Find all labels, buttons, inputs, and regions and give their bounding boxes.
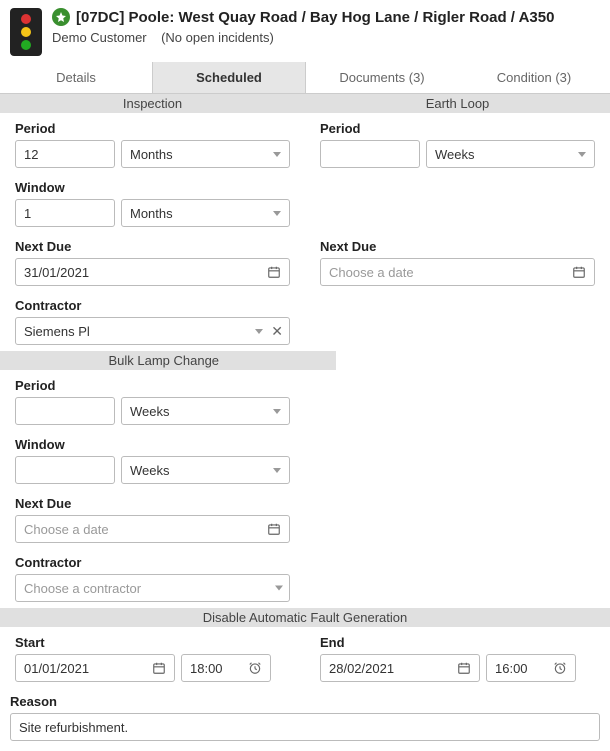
disable-start-time-value: 18:00 <box>190 661 223 676</box>
inspection-window-input[interactable]: 1 <box>15 199 115 227</box>
bulk-window-unit-select[interactable]: Weeks <box>121 456 290 484</box>
inspection-contractor-value: Siemens Pl <box>24 324 90 339</box>
bulk-contractor-placeholder: Choose a contractor <box>24 581 141 596</box>
section-header-disable-fault: Disable Automatic Fault Generation <box>0 608 610 627</box>
inspection-contractor-combo[interactable]: Siemens Pl ✕ <box>15 317 290 345</box>
earthloop-next-due-placeholder: Choose a date <box>329 265 414 280</box>
tab-scheduled[interactable]: Scheduled <box>152 62 306 93</box>
bulk-window-unit-value: Weeks <box>130 463 170 478</box>
inspection-window-unit-value: Months <box>130 206 173 221</box>
inspection-period-unit-select[interactable]: Months <box>121 140 290 168</box>
page-header: [07DC] Poole: West Quay Road / Bay Hog L… <box>0 0 610 60</box>
chevron-down-icon <box>255 329 263 334</box>
disable-start-date-value: 01/01/2021 <box>24 661 89 676</box>
calendar-icon <box>457 661 471 675</box>
incidents-status: (No open incidents) <box>161 30 274 45</box>
inspection-window-unit-select[interactable]: Months <box>121 199 290 227</box>
label-inspection-period: Period <box>5 113 300 138</box>
amber-light-icon <box>21 27 31 37</box>
disable-start-date[interactable]: 01/01/2021 <box>15 654 175 682</box>
earthloop-period-input[interactable] <box>320 140 420 168</box>
label-bulk-window: Window <box>5 429 300 454</box>
label-inspection-next-due: Next Due <box>5 231 300 256</box>
bulk-period-unit-value: Weeks <box>130 404 170 419</box>
chevron-down-icon <box>578 152 586 157</box>
star-badge-icon <box>52 8 70 26</box>
green-light-icon <box>21 40 31 50</box>
calendar-icon <box>267 522 281 536</box>
earthloop-period-unit-select[interactable]: Weeks <box>426 140 595 168</box>
tab-condition[interactable]: Condition (3) <box>458 62 610 93</box>
red-light-icon <box>21 14 31 24</box>
chevron-down-icon <box>273 468 281 473</box>
clock-icon <box>248 661 262 675</box>
inspection-period-unit-value: Months <box>130 147 173 162</box>
page-subtitle: Demo Customer (No open incidents) <box>52 30 600 45</box>
label-end: End <box>310 627 605 652</box>
bulk-next-due-date[interactable]: Choose a date <box>15 515 290 543</box>
bulk-period-unit-select[interactable]: Weeks <box>121 397 290 425</box>
reason-input[interactable]: Site refurbishment. <box>10 713 600 741</box>
chevron-down-icon <box>275 586 283 591</box>
label-bulk-period: Period <box>5 370 300 395</box>
clock-icon <box>553 661 567 675</box>
calendar-icon <box>572 265 586 279</box>
section-header-inspection: Inspection <box>0 94 305 113</box>
traffic-light-icon <box>10 8 42 56</box>
page-title: [07DC] Poole: West Quay Road / Bay Hog L… <box>76 9 554 26</box>
chevron-down-icon <box>273 152 281 157</box>
calendar-icon <box>152 661 166 675</box>
label-bulk-contractor: Contractor <box>5 547 300 572</box>
section-header-bulk-lamp: Bulk Lamp Change <box>0 351 336 370</box>
bulk-window-input[interactable] <box>15 456 115 484</box>
tab-bar: Details Scheduled Documents (3) Conditio… <box>0 62 610 94</box>
disable-end-date[interactable]: 28/02/2021 <box>320 654 480 682</box>
bulk-next-due-placeholder: Choose a date <box>24 522 109 537</box>
bulk-period-input[interactable] <box>15 397 115 425</box>
tab-details[interactable]: Details <box>0 62 152 93</box>
customer-name: Demo Customer <box>52 30 147 45</box>
chevron-down-icon <box>273 211 281 216</box>
inspection-period-input[interactable]: 12 <box>15 140 115 168</box>
label-earthloop-period: Period <box>310 113 605 138</box>
label-inspection-contractor: Contractor <box>5 290 300 315</box>
label-inspection-window: Window <box>5 172 300 197</box>
calendar-icon <box>267 265 281 279</box>
label-start: Start <box>5 627 300 652</box>
inspection-next-due-date[interactable]: 31/01/2021 <box>15 258 290 286</box>
disable-end-time-value: 16:00 <box>495 661 528 676</box>
label-reason: Reason <box>0 686 610 711</box>
disable-end-date-value: 28/02/2021 <box>329 661 394 676</box>
section-header-earth-loop: Earth Loop <box>305 94 610 113</box>
earthloop-period-unit-value: Weeks <box>435 147 475 162</box>
tab-documents[interactable]: Documents (3) <box>306 62 458 93</box>
chevron-down-icon <box>273 409 281 414</box>
close-icon[interactable]: ✕ <box>271 324 283 338</box>
disable-start-time[interactable]: 18:00 <box>181 654 271 682</box>
disable-end-time[interactable]: 16:00 <box>486 654 576 682</box>
label-bulk-next-due: Next Due <box>5 488 300 513</box>
inspection-next-due-value: 31/01/2021 <box>24 265 89 280</box>
label-earthloop-next-due: Next Due <box>310 231 605 256</box>
bulk-contractor-combo[interactable]: Choose a contractor <box>15 574 290 602</box>
earthloop-next-due-date[interactable]: Choose a date <box>320 258 595 286</box>
